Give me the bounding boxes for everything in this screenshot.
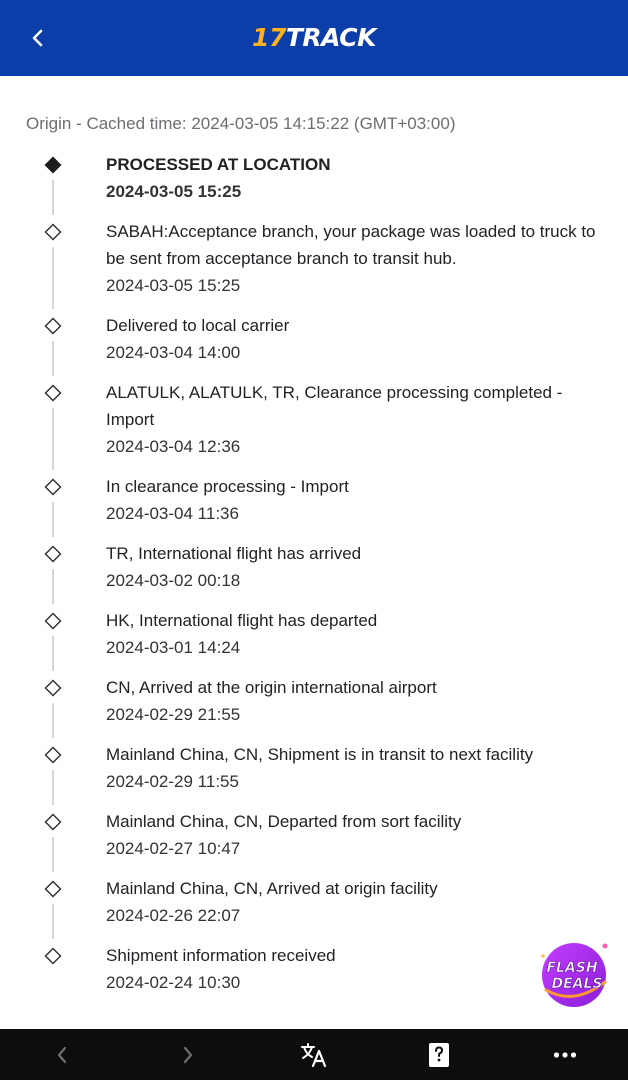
event-time: 2024-03-05 15:25	[106, 276, 241, 295]
more-options-button[interactable]	[549, 1039, 581, 1071]
diamond-outline-icon	[44, 223, 62, 241]
logo-word: TRACK	[285, 23, 377, 52]
translate-icon	[301, 1043, 327, 1068]
timeline-connector	[52, 341, 54, 376]
event-time: 2024-03-05 15:25	[106, 182, 242, 201]
help-icon	[429, 1043, 449, 1067]
event-description: Delivered to local carrier	[106, 316, 290, 335]
event-description: In clearance processing - Import	[106, 477, 349, 496]
event-description: ALATULK, ALATULK, TR, Clearance processi…	[106, 383, 563, 429]
back-arrow-icon	[57, 1046, 67, 1064]
event-description: CN, Arrived at the origin international …	[106, 678, 437, 697]
event-time: 2024-02-27 10:47	[106, 839, 241, 858]
diamond-outline-icon	[44, 545, 62, 563]
diamond-outline-icon	[44, 317, 62, 335]
timeline-connector	[52, 247, 54, 309]
event-description: Shipment information received	[106, 946, 336, 965]
diamond-outline-icon	[44, 813, 62, 831]
event-time: 2024-03-02 00:18	[106, 571, 241, 590]
timeline-connector	[52, 904, 54, 939]
event-description: SABAH:Acceptance branch, your package wa…	[106, 222, 596, 268]
event-description: TR, International flight has arrived	[106, 544, 362, 563]
event-time: 2024-03-01 14:24	[106, 638, 241, 657]
timeline-connector	[52, 408, 54, 470]
timeline-connector	[52, 703, 54, 738]
timeline-connector	[52, 502, 54, 537]
app-header: 17TRACK	[0, 0, 628, 76]
event-time: 2024-02-29 11:55	[106, 772, 239, 791]
event-time: 2024-03-04 11:36	[106, 504, 239, 523]
timeline-connector	[52, 770, 54, 805]
app-logo: 17TRACK	[0, 22, 628, 54]
event-time: 2024-02-29 21:55	[106, 705, 241, 724]
event-description: HK, International flight has departed	[106, 611, 378, 630]
event-description: Mainland China, CN, Arrived at origin fa…	[106, 879, 438, 898]
diamond-outline-icon	[44, 384, 62, 402]
diamond-outline-icon	[44, 746, 62, 764]
timeline-connector	[52, 837, 54, 872]
diamond-filled-icon	[44, 156, 62, 174]
diamond-outline-icon	[44, 612, 62, 630]
event-time: 2024-02-26 22:07	[106, 906, 241, 925]
event-time: 2024-03-04 12:36	[106, 437, 241, 456]
event-time: 2024-02-24 10:30	[106, 973, 241, 992]
timeline-connector	[52, 636, 54, 671]
browser-back-button[interactable]	[46, 1039, 78, 1071]
event-description: PROCESSED AT LOCATION	[106, 155, 331, 174]
event-description: Mainland China, CN, Shipment is in trans…	[106, 745, 534, 764]
diamond-outline-icon	[44, 880, 62, 898]
event-time: 2024-03-04 14:00	[106, 343, 241, 362]
diamond-outline-icon	[44, 947, 62, 965]
origin-cached-time: Origin - Cached time: 2024-03-05 14:15:2…	[26, 114, 456, 133]
timeline-connector	[52, 180, 54, 215]
translate-button[interactable]	[298, 1039, 330, 1071]
more-icon	[553, 1052, 577, 1058]
logo-number: 17	[252, 23, 286, 52]
help-button[interactable]	[423, 1039, 455, 1071]
forward-arrow-icon	[183, 1046, 193, 1064]
event-description: Mainland China, CN, Departed from sort f…	[106, 812, 462, 831]
browser-forward-button[interactable]	[172, 1039, 204, 1071]
bottom-toolbar	[0, 1029, 628, 1080]
flash-deals-button[interactable]: FLASH DEALS	[533, 938, 615, 1010]
diamond-outline-icon	[44, 679, 62, 697]
timeline-connector	[52, 569, 54, 604]
diamond-outline-icon	[44, 478, 62, 496]
flash-deals-line2: DEALS	[551, 976, 602, 992]
flash-deals-line1: FLASH	[546, 960, 597, 976]
flash-deals-badge-icon: FLASH DEALS	[541, 943, 608, 1007]
